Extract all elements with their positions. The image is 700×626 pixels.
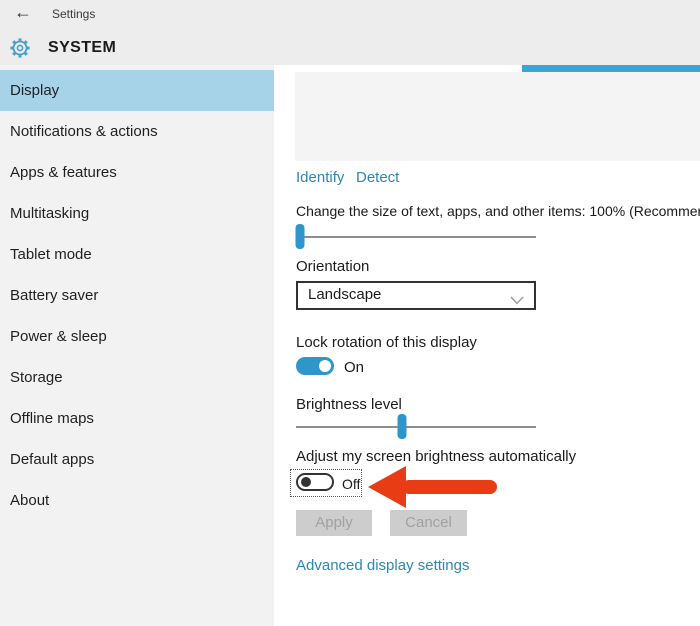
toggle-knob <box>301 477 311 487</box>
sidebar-item-label: Power & sleep <box>10 328 107 345</box>
page-title: SYSTEM <box>48 39 116 57</box>
lock-rotation-toggle[interactable] <box>296 357 334 375</box>
sidebar-item-default-apps[interactable]: Default apps <box>0 439 274 480</box>
size-slider[interactable] <box>296 224 536 250</box>
sidebar-item-tablet-mode[interactable]: Tablet mode <box>0 234 274 275</box>
header-bar: ← Settings <box>0 0 700 65</box>
sidebar-item-label: Offline maps <box>10 410 94 427</box>
brightness-slider[interactable] <box>296 414 536 440</box>
sidebar-item-notifications-actions[interactable]: Notifications & actions <box>0 111 274 152</box>
red-arrow-annotation <box>364 462 504 517</box>
orientation-label: Orientation <box>296 258 369 275</box>
sidebar-item-label: Storage <box>10 369 63 386</box>
brightness-label: Brightness level <box>296 396 402 413</box>
toggle-knob <box>319 360 331 372</box>
auto-brightness-toggle[interactable] <box>296 473 334 491</box>
app-title: Settings <box>52 7 95 21</box>
sidebar: Display Notifications & actions Apps & f… <box>0 65 274 626</box>
sidebar-item-label: Multitasking <box>10 205 89 222</box>
sidebar-item-storage[interactable]: Storage <box>0 357 274 398</box>
sidebar-item-battery-saver[interactable]: Battery saver <box>0 275 274 316</box>
sidebar-item-label: Apps & features <box>10 164 117 181</box>
identify-link[interactable]: Identify <box>296 169 344 186</box>
sidebar-item-label: About <box>10 492 49 509</box>
sidebar-item-label: Default apps <box>10 451 94 468</box>
sidebar-item-power-sleep[interactable]: Power & sleep <box>0 316 274 357</box>
sidebar-item-display[interactable]: Display <box>0 70 274 111</box>
brightness-slider-track[interactable] <box>296 426 536 428</box>
sidebar-item-multitasking[interactable]: Multitasking <box>0 193 274 234</box>
sidebar-item-offline-maps[interactable]: Offline maps <box>0 398 274 439</box>
sidebar-item-about[interactable]: About <box>0 480 274 521</box>
display-preview-monitor-edge <box>522 65 700 72</box>
orientation-selected-value: Landscape <box>308 286 381 303</box>
back-icon[interactable]: ← <box>14 2 32 23</box>
auto-brightness-state: Off <box>342 476 360 492</box>
settings-window: ← Settings <box>0 0 700 626</box>
cancel-button[interactable]: Cancel <box>390 510 467 536</box>
size-slider-thumb[interactable] <box>295 224 304 249</box>
lock-rotation-state: On <box>344 359 364 376</box>
sidebar-item-label: Battery saver <box>10 287 98 304</box>
sidebar-item-label: Notifications & actions <box>10 123 158 140</box>
detect-link[interactable]: Detect <box>356 169 399 186</box>
advanced-display-settings-link[interactable]: Advanced display settings <box>296 557 469 574</box>
lock-rotation-label: Lock rotation of this display <box>296 334 477 351</box>
brightness-slider-thumb[interactable] <box>397 414 406 439</box>
sidebar-item-label: Tablet mode <box>10 246 92 263</box>
orientation-dropdown[interactable]: Landscape <box>296 281 536 310</box>
sidebar-item-label: Display <box>10 82 59 99</box>
chevron-down-icon <box>510 292 524 310</box>
display-preview-panel <box>295 72 700 161</box>
apply-button[interactable]: Apply <box>296 510 372 536</box>
auto-brightness-label: Adjust my screen brightness automaticall… <box>296 448 576 465</box>
sidebar-item-apps-features[interactable]: Apps & features <box>0 152 274 193</box>
size-slider-label: Change the size of text, apps, and other… <box>296 203 700 219</box>
size-slider-track[interactable] <box>296 236 536 238</box>
gear-icon <box>8 36 32 65</box>
